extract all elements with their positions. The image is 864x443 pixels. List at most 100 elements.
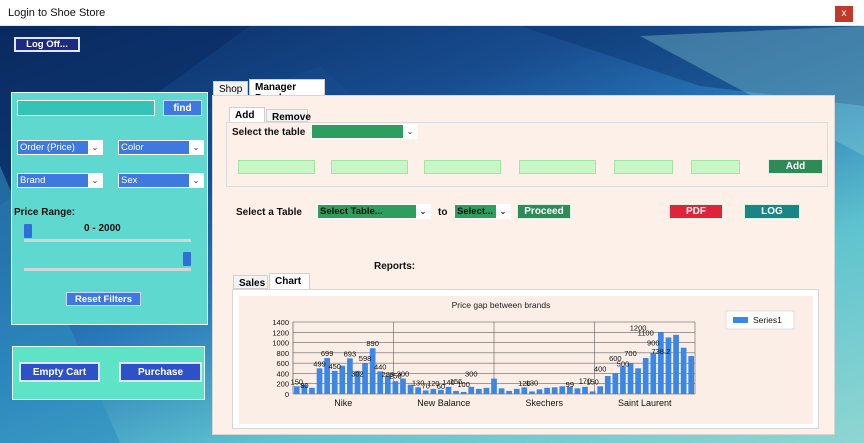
bar <box>650 352 657 394</box>
data-label: 1100 <box>638 328 654 337</box>
bar <box>483 387 490 394</box>
empty-cart-button[interactable]: Empty Cart <box>19 362 100 382</box>
data-label: 302 <box>351 369 364 378</box>
bar <box>521 387 528 394</box>
bar <box>491 378 497 394</box>
find-button[interactable]: find <box>163 100 202 116</box>
bar <box>309 387 315 394</box>
data-label: 130 <box>526 378 539 387</box>
bar <box>331 370 338 394</box>
bar <box>392 381 399 394</box>
legend-swatch <box>733 317 748 323</box>
price-gap-chart: Price gap between brands 020040060080010… <box>239 296 813 424</box>
bar <box>536 389 543 394</box>
price-range-value: 0 - 2000 <box>84 223 121 234</box>
x-tick-label: Saint Laurent <box>618 398 672 408</box>
field-input-6[interactable] <box>691 160 740 174</box>
bar <box>415 387 421 394</box>
add-section: Select the table ⌄ Add <box>226 122 828 187</box>
field-input-4[interactable] <box>519 160 596 174</box>
chevron-down-icon: ⌄ <box>88 174 102 187</box>
tab-sales[interactable]: Sales <box>233 275 268 289</box>
chevron-down-icon: ⌄ <box>403 125 417 138</box>
x-axis-labels: Nike New Balance Skechers Saint Laurent <box>334 398 672 408</box>
field-input-3[interactable] <box>424 160 501 174</box>
max-price-slider-thumb[interactable] <box>183 252 191 266</box>
title-bar: Login to Shoe Store x <box>0 0 864 26</box>
max-price-slider-track <box>24 268 191 271</box>
min-price-slider-track <box>24 239 191 242</box>
data-label: 100 <box>457 380 470 389</box>
y-axis-labels: 0200 4006008001000 12001400 <box>272 318 289 399</box>
chevron-down-icon: ⌄ <box>416 205 430 218</box>
pdf-button[interactable]: PDF <box>669 204 723 219</box>
reset-filters-button[interactable]: Reset Filters <box>66 292 141 306</box>
bar <box>642 358 649 394</box>
data-label: 300 <box>397 370 410 379</box>
tab-manager-panel[interactable]: Manager Panel <box>249 79 325 104</box>
manager-panel: Add Remove Select the table ⌄ Add Select… <box>212 95 835 435</box>
add-button[interactable]: Add <box>768 159 823 174</box>
chevron-down-icon: ⌄ <box>88 141 102 154</box>
field-input-2[interactable] <box>331 160 408 174</box>
purchase-button[interactable]: Purchase <box>119 362 202 382</box>
chart-container: Price gap between brands 0 200 400 600 800 10… <box>232 289 819 429</box>
brand-select[interactable]: Brand ⌄ <box>17 173 103 188</box>
subtab-remove[interactable]: Remove <box>266 109 311 123</box>
subtab-add[interactable]: Add <box>229 107 265 122</box>
bar <box>460 391 467 394</box>
bar <box>688 356 695 394</box>
tab-chart[interactable]: Chart <box>269 273 310 289</box>
log-button[interactable]: LOG <box>744 204 800 219</box>
bar <box>293 386 300 394</box>
data-label: 450 <box>328 362 341 371</box>
tab-shop[interactable]: Shop <box>213 81 248 96</box>
y-tick-label: 1000 <box>272 339 289 348</box>
bar <box>362 363 368 394</box>
field-input-5[interactable] <box>614 160 673 174</box>
bar <box>574 388 581 394</box>
bar <box>453 390 459 394</box>
data-label: 400 <box>594 364 607 373</box>
cart-panel: Empty Cart Purchase <box>12 346 205 400</box>
chevron-down-icon: ⌄ <box>189 141 203 154</box>
color-select-value: Color <box>121 142 144 153</box>
price-range-label: Price Range: <box>14 207 76 218</box>
bar <box>612 373 619 394</box>
bar <box>635 368 641 394</box>
order-select[interactable]: Order (Price) ⌄ <box>17 140 103 155</box>
y-tick-label: 200 <box>276 380 289 389</box>
brand-select-value: Brand <box>20 175 46 186</box>
logoff-button[interactable]: Log Off... <box>14 37 80 52</box>
export-format-select[interactable]: Select... ⌄ <box>454 204 511 219</box>
y-tick-label: 1400 <box>272 318 289 327</box>
bar <box>665 337 672 394</box>
bar <box>597 386 604 394</box>
close-button[interactable]: x <box>835 6 853 22</box>
y-tick-label: 1200 <box>272 328 289 337</box>
bar <box>589 391 596 394</box>
x-tick-label: Nike <box>334 398 352 408</box>
table-select[interactable]: ⌄ <box>311 124 418 139</box>
search-input[interactable] <box>17 100 155 116</box>
data-label: 500 <box>617 359 630 368</box>
order-select-value: Order (Price) <box>20 142 75 153</box>
field-input-1[interactable] <box>238 160 315 174</box>
data-label: 80 <box>300 381 308 390</box>
proceed-button[interactable]: Proceed <box>517 204 571 219</box>
data-label: 890 <box>366 339 379 348</box>
chart-legend: Series1 <box>725 310 795 330</box>
data-label: 738.2 <box>651 347 670 356</box>
data-label: 99 <box>566 380 574 389</box>
chevron-down-icon: ⌄ <box>496 205 510 218</box>
color-select[interactable]: Color ⌄ <box>118 140 204 155</box>
export-format-select-value: Select... <box>457 206 493 217</box>
bar <box>544 387 550 394</box>
min-price-slider-thumb[interactable] <box>24 224 32 238</box>
y-tick-label: 600 <box>276 359 289 368</box>
bar <box>400 378 406 394</box>
sex-select[interactable]: Sex ⌄ <box>118 173 204 188</box>
export-table-select[interactable]: Select Table... ⌄ <box>317 204 431 219</box>
bar <box>680 347 687 394</box>
y-tick-label: 0 <box>285 390 289 399</box>
